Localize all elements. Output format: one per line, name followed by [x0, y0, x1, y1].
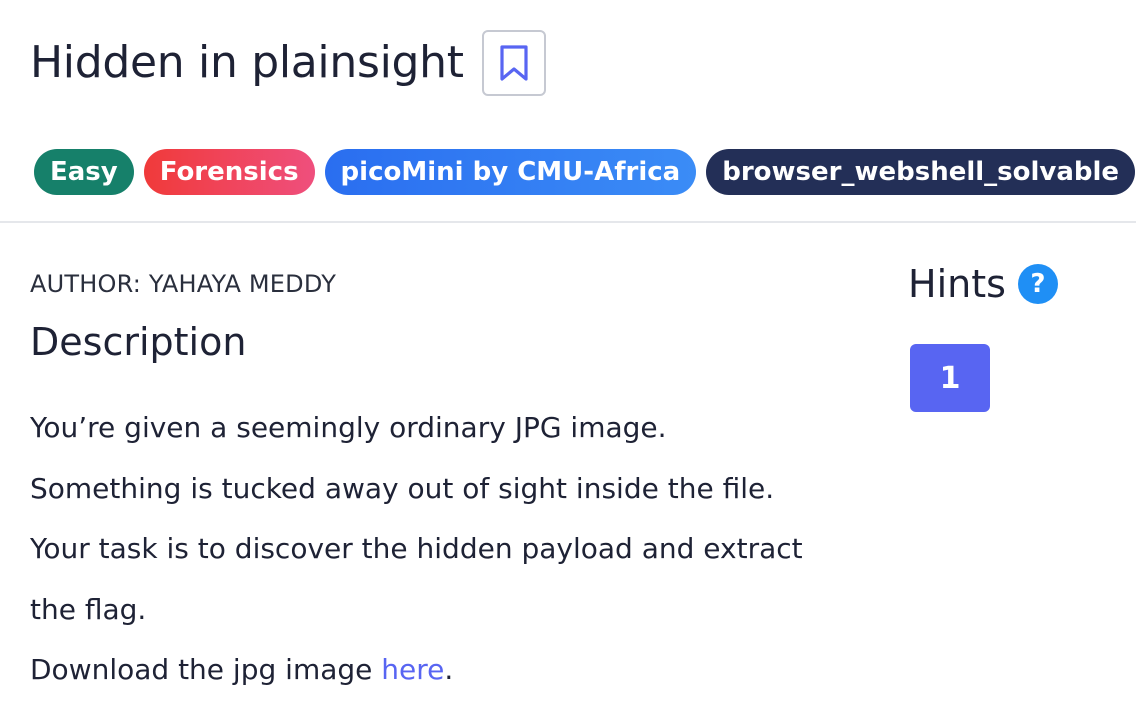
hint-button-1[interactable]: 1	[910, 344, 990, 412]
help-icon[interactable]: ?	[1017, 264, 1058, 304]
challenge-page: Hidden in plainsight Easy Forensics pico…	[0, 0, 1136, 724]
tag-webshell[interactable]: browser_webshell_solvable	[706, 149, 1136, 195]
description-heading: Description	[30, 320, 247, 364]
author-label: AUTHOR: YAHAYA MEDDY	[30, 270, 337, 298]
download-line: Download the jpg image here.	[30, 640, 850, 701]
tag-difficulty[interactable]: Easy	[34, 149, 134, 195]
download-suffix: .	[444, 653, 454, 686]
bookmark-button[interactable]	[481, 30, 546, 96]
divider	[0, 221, 1136, 223]
description-line: Your task is to discover the hidden payl…	[30, 532, 803, 626]
description-body: You’re given a seemingly ordinary JPG im…	[30, 398, 850, 701]
hints-title: Hints	[908, 262, 1006, 306]
bookmark-icon	[500, 45, 528, 81]
tag-category[interactable]: Forensics	[143, 149, 315, 195]
description-line: Something is tucked away out of sight in…	[30, 471, 775, 505]
hints-header: Hints ?	[908, 262, 1058, 306]
description-line: You’re given a seemingly ordinary JPG im…	[30, 411, 667, 444]
download-link[interactable]: here	[381, 653, 444, 686]
tag-event[interactable]: picoMini by CMU-Africa	[324, 149, 697, 195]
tag-list: Easy Forensics picoMini by CMU-Africa br…	[34, 149, 1136, 195]
challenge-title: Hidden in plainsight	[30, 37, 464, 88]
title-row: Hidden in plainsight	[30, 30, 546, 96]
download-text: Download the jpg image	[30, 653, 382, 686]
